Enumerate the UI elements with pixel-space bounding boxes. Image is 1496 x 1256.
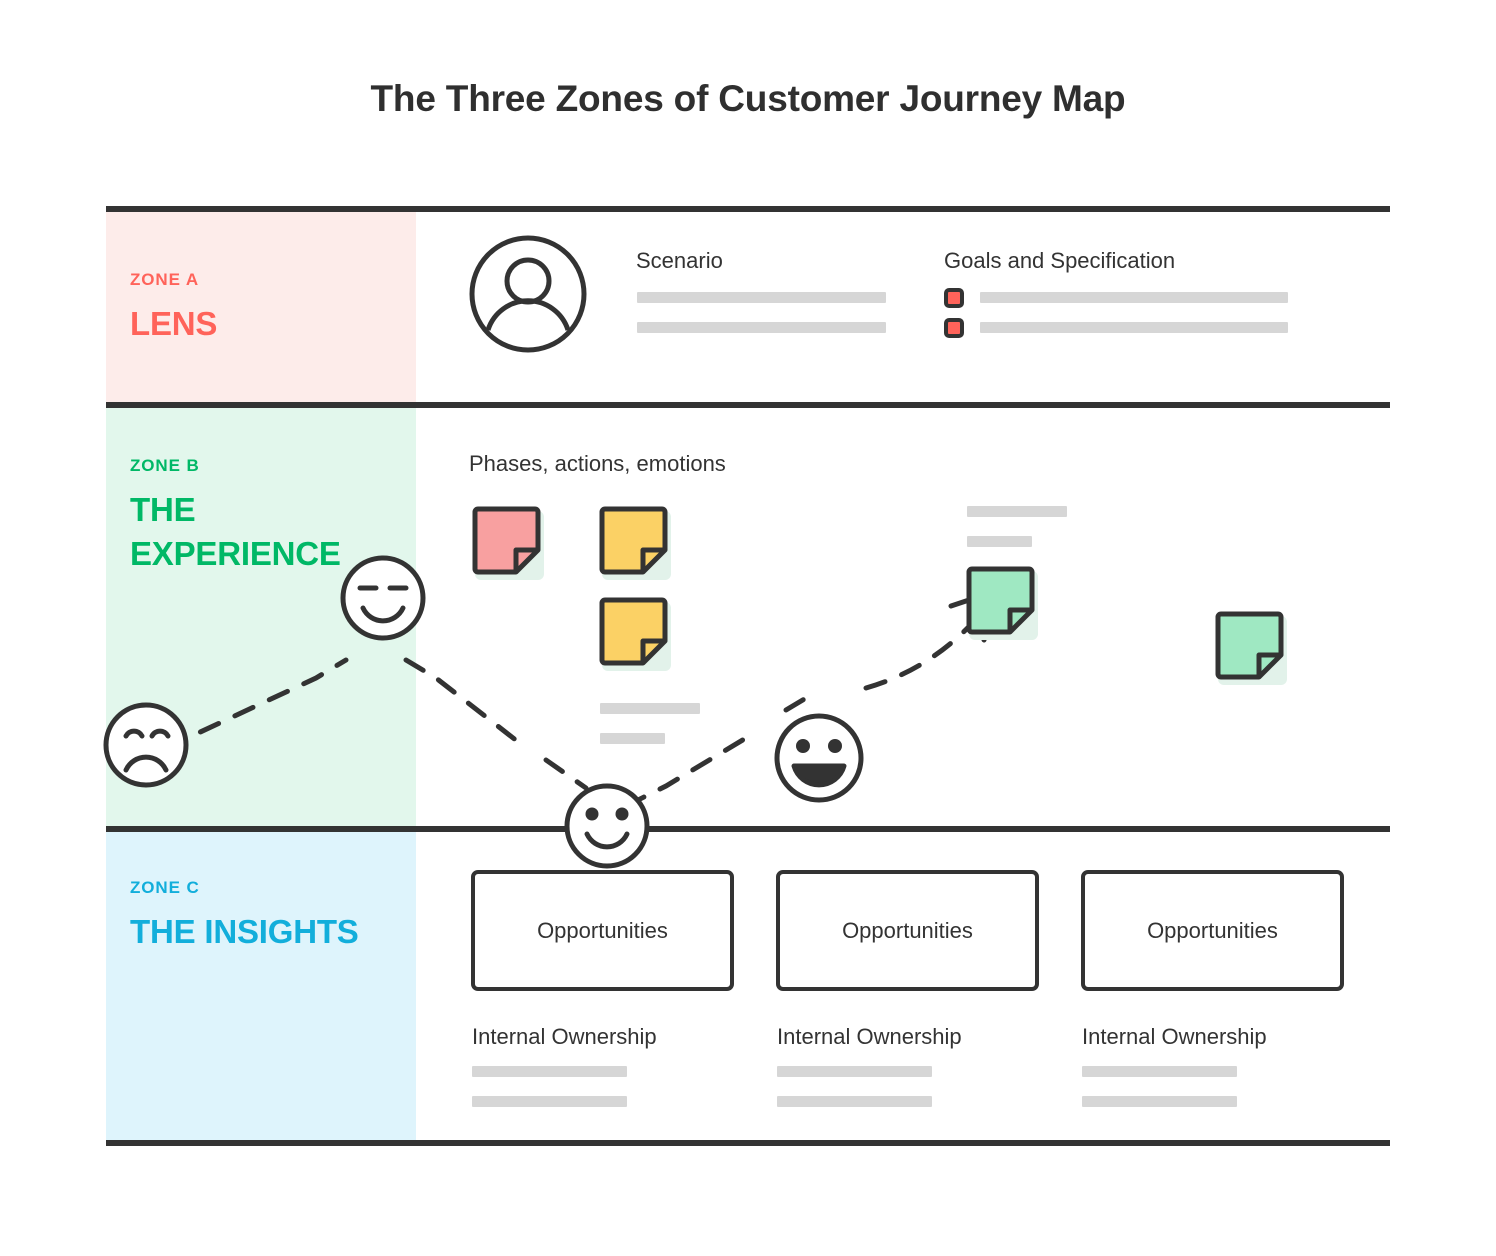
ownership-placeholder-bar — [472, 1096, 627, 1107]
delighted-face-icon — [774, 713, 864, 803]
opportunities-box[interactable]: Opportunities — [776, 870, 1039, 991]
zone-c-labels: ZONE C THE INSIGHTS — [130, 878, 359, 954]
sticky-note — [599, 597, 671, 671]
sticky-note — [472, 506, 544, 580]
ownership-placeholder-bar — [1082, 1096, 1237, 1107]
sticky-note — [599, 506, 671, 580]
zone-c-kicker: ZONE C — [130, 878, 200, 897]
zone-a-panel: ZONE A LENS — [106, 212, 416, 402]
sad-face-icon — [103, 702, 189, 788]
sticky-note — [966, 566, 1038, 640]
sticky-note — [1215, 611, 1287, 685]
ownership-placeholder-bar — [777, 1066, 932, 1077]
journey-map-diagram: ZONE A LENS ZONE B THE EXPERIENCE ZONE C… — [103, 206, 1390, 1146]
internal-ownership-label: Internal Ownership — [777, 1024, 962, 1049]
scenario-placeholder-bar — [637, 322, 886, 333]
happy-face-icon — [564, 783, 650, 869]
goals-label: Goals and Specification — [944, 248, 1176, 273]
zone-a-title: LENS — [130, 305, 218, 342]
zone-c-panel: ZONE C THE INSIGHTS — [106, 832, 416, 1140]
ownership-placeholder-bar — [472, 1066, 627, 1077]
goal-placeholder-bar — [980, 322, 1288, 333]
zone-b-placeholder-bar — [600, 703, 700, 714]
person-avatar-icon — [468, 234, 588, 359]
divider-bottom — [106, 1140, 1390, 1146]
opportunities-box[interactable]: Opportunities — [471, 870, 734, 991]
ownership-placeholder-bar — [777, 1096, 932, 1107]
goal-checkbox-icon[interactable] — [944, 288, 964, 308]
opportunities-label: Opportunities — [1147, 917, 1278, 943]
scenario-label: Scenario — [636, 248, 723, 273]
zone-a-labels: ZONE A LENS — [130, 270, 217, 346]
opportunities-label: Opportunities — [537, 917, 668, 943]
zone-a-kicker: ZONE A — [130, 270, 199, 289]
zone-b-placeholder-bar — [967, 536, 1032, 547]
zone-b-placeholder-bar — [967, 506, 1067, 517]
opportunities-label: Opportunities — [842, 917, 973, 943]
internal-ownership-label: Internal Ownership — [472, 1024, 657, 1049]
opportunities-box[interactable]: Opportunities — [1081, 870, 1344, 991]
zone-b-placeholder-bar — [600, 733, 665, 744]
scenario-placeholder-bar — [637, 292, 886, 303]
goal-placeholder-bar — [980, 292, 1288, 303]
zone-c-title: THE INSIGHTS — [130, 913, 359, 950]
page-title: The Three Zones of Customer Journey Map — [370, 78, 1126, 119]
content-face-icon — [340, 555, 426, 641]
ownership-placeholder-bar — [1082, 1066, 1237, 1077]
emotion-curve — [103, 555, 1002, 869]
internal-ownership-label: Internal Ownership — [1082, 1024, 1267, 1049]
goal-checkbox-icon[interactable] — [944, 318, 964, 338]
